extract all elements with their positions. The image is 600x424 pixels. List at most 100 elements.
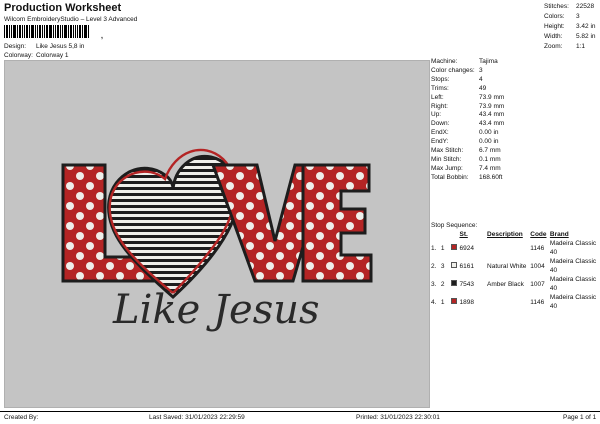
barcode-bar — [64, 25, 67, 38]
summary-row: Stitches: 22528 — [544, 2, 596, 12]
thread-brand: Madeira Classic 40 — [549, 276, 597, 292]
swatch-box — [450, 279, 457, 286]
stitch-count: 1898 — [459, 298, 474, 306]
design-info: Design: Like Jesus 5,8 in Colorway: Colo… — [4, 42, 84, 60]
machine-detail-row: Total Bobbin: 168.60ft — [431, 174, 599, 183]
summary-value: 1:1 — [576, 43, 586, 50]
design-name-row: Design: Like Jesus 5,8 in — [4, 42, 84, 51]
colorway-row: Colorway: Colorway 1 — [4, 51, 84, 60]
script-like-jesus: Like Jesus — [112, 287, 320, 333]
barcode-bar — [31, 25, 34, 38]
barcode-bar — [44, 25, 45, 38]
barcode-bar — [68, 25, 69, 38]
colorway-label: Colorway: — [4, 52, 33, 59]
color-number: 2 — [440, 280, 445, 288]
machine-detail-row: Max Stitch: 6.7 mm — [431, 147, 599, 156]
barcode-bar — [88, 25, 89, 38]
embroidery-design-artwork: Like Jesus — [61, 148, 373, 333]
barcode-bar — [84, 25, 87, 38]
swatch-box — [450, 297, 457, 304]
summary-label: Width: — [544, 33, 563, 40]
design-summary: Stitches: 22528 Colors: 3 Height: 3.42 in W… — [544, 2, 596, 52]
stop-sequence-title: Stop Sequence: — [431, 222, 478, 229]
thread-code: 1007 — [530, 280, 545, 288]
color-swatch — [450, 297, 460, 307]
machine-detail-row: EndY: 0.00 in — [431, 138, 599, 147]
barcode-bar — [29, 25, 30, 38]
machine-detail-value: 73.9 mm — [479, 93, 505, 101]
footer-bar: Created By: Last Saved: 31/01/2023 22:29… — [0, 411, 600, 424]
machine-detail-label: Color changes: — [431, 66, 475, 74]
barcode-bar — [60, 25, 61, 38]
barcode-bar — [11, 25, 12, 38]
barcode-bar — [49, 25, 52, 38]
machine-detail-label: Stops: — [431, 75, 450, 83]
barcode-bar — [24, 25, 25, 38]
machine-detail-label: Right: — [431, 102, 448, 110]
barcode-bar — [57, 25, 59, 38]
header-brand: Brand — [549, 231, 569, 238]
swatch-box — [450, 243, 457, 250]
barcode-bar — [70, 25, 72, 38]
machine-detail-row: Down: 43.4 mm — [431, 120, 599, 129]
color-number: 1 — [440, 298, 445, 306]
machine-detail-value: 3 — [479, 66, 483, 74]
summary-label: Stitches: — [544, 3, 569, 10]
barcode-bar — [9, 25, 10, 38]
thread-brand: Madeira Classic 40 — [549, 258, 597, 274]
barcode-bar — [13, 25, 16, 38]
stop-sequence-row: 2. 3 6161 Natural White 1004 Madeira Classic … — [431, 257, 599, 275]
machine-detail-row: EndX: 0.00 in — [431, 129, 599, 138]
machine-detail-value: Tajima — [479, 58, 498, 65]
color-swatch — [450, 261, 460, 271]
barcode-bar — [19, 25, 21, 38]
thread-brand: Madeira Classic 40 — [549, 240, 597, 256]
stop-sequence-table: Stop Sequence: St. Description Code Bran… — [431, 221, 599, 311]
color-swatch — [450, 243, 460, 253]
machine-detail-value: 0.00 in — [479, 138, 499, 146]
footer-page: Page 1 of 1 — [563, 414, 597, 421]
machine-detail-label: Max Jump: — [431, 164, 463, 172]
machine-detail-value: 4 — [479, 75, 483, 83]
summary-value: 3.42 in — [576, 23, 596, 30]
barcode-bar — [53, 25, 54, 38]
machine-detail-label: Down: — [431, 120, 450, 128]
machine-detail-row: Color changes: 3 — [431, 67, 599, 76]
stitch-count: 6924 — [459, 244, 474, 252]
machine-detail-label: Min Stitch: — [431, 155, 462, 163]
machine-detail-row: Max Jump: 7.4 mm — [431, 165, 599, 174]
footer-last-saved: Last Saved: 31/01/2023 22:29:59 — [149, 414, 245, 421]
software-subtitle: Wilcom EmbroideryStudio – Level 3 Advanc… — [4, 16, 138, 23]
letter-e-shape — [301, 163, 373, 283]
design-value: Like Jesus 5,8 in — [36, 43, 85, 50]
barcode-bar — [55, 25, 56, 38]
color-swatch — [450, 279, 460, 289]
machine-detail-value: 43.4 mm — [479, 120, 505, 128]
machine-detail-value: 49 — [479, 84, 487, 92]
design-label: Design: — [4, 43, 27, 50]
summary-label: Colors: — [544, 13, 565, 20]
machine-detail-value: 6.7 mm — [479, 147, 501, 155]
summary-label: Zoom: — [544, 43, 563, 50]
thread-code: 1146 — [530, 298, 545, 306]
machine-detail-label: EndY: — [431, 138, 449, 146]
stop-number: 1. — [431, 244, 437, 252]
barcode-bar — [79, 25, 81, 38]
summary-value: 22528 — [576, 3, 595, 10]
barcode-bar — [46, 25, 48, 38]
machine-detail-label: Left: — [431, 93, 444, 101]
barcode-bar — [62, 25, 63, 38]
barcode-tick: , — [101, 33, 103, 40]
color-number: 1 — [440, 244, 445, 252]
machine-detail-label: Machine: — [431, 58, 458, 65]
stitch-count: 7543 — [459, 280, 474, 288]
machine-detail-row: Stops: 4 — [431, 76, 599, 85]
summary-row: Width: 5.82 in — [544, 32, 596, 42]
machine-detail-label: Up: — [431, 111, 442, 119]
barcode-bar — [35, 25, 36, 38]
summary-row: Zoom: 1:1 — [544, 42, 596, 52]
summary-value: 3 — [576, 13, 580, 20]
machine-detail-row: Min Stitch: 0.1 mm — [431, 156, 599, 165]
machine-detail-value: 0.1 mm — [479, 155, 501, 163]
thread-description: Natural White — [487, 262, 527, 270]
